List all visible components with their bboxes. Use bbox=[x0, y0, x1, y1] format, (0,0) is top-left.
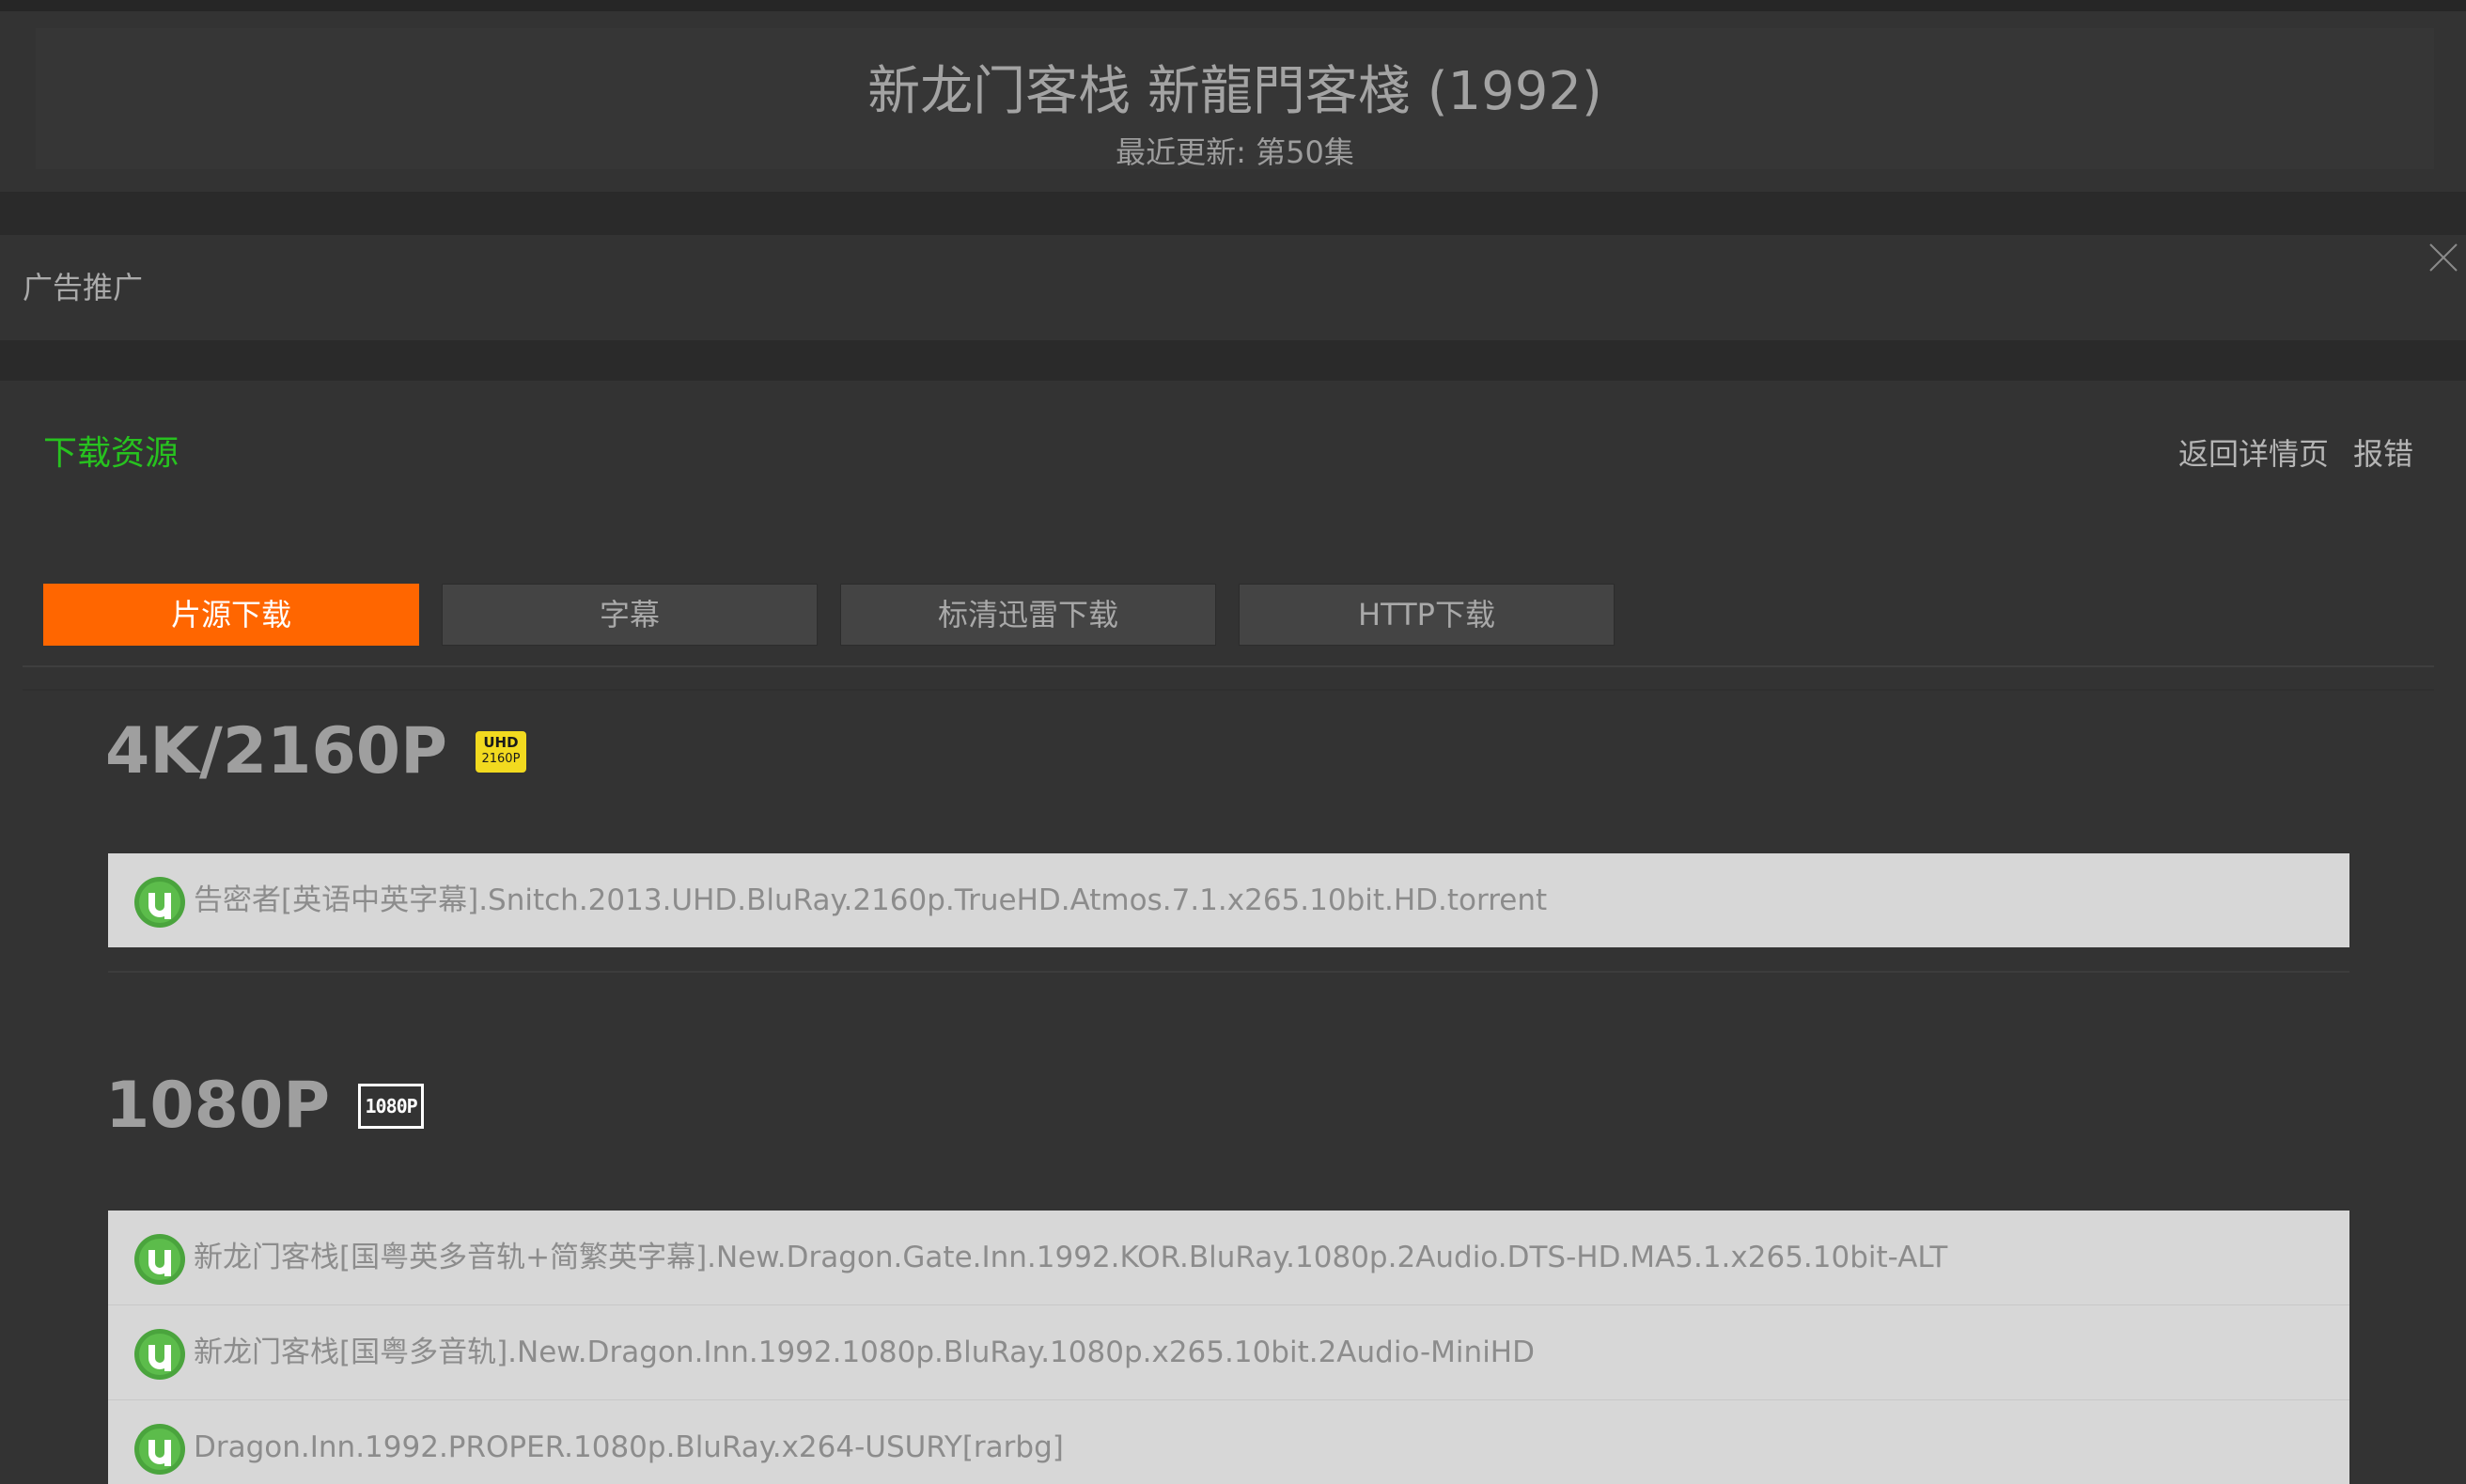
header-panel: 新龙门客栈 新龍門客棧 (1992) 最近更新: 第50集 bbox=[36, 28, 2434, 170]
top-links: 返回详情页 报错 bbox=[2178, 433, 2413, 475]
torrent-name: 新龙门客栈[国粤多音轨].New.Dragon.Inn.1992.1080p.B… bbox=[194, 1336, 1535, 1369]
tab-http-download[interactable]: HTTP下载 bbox=[1239, 584, 1615, 646]
download-panel: 下载资源 返回详情页 报错 片源下载 字幕 标清迅雷下载 HTTP下载 4K/2… bbox=[0, 381, 2466, 1484]
badge-line2: 2160P bbox=[481, 752, 521, 766]
latest-update: 最近更新: 第50集 bbox=[1116, 134, 1354, 170]
divider bbox=[108, 971, 2349, 973]
back-to-detail-link[interactable]: 返回详情页 bbox=[2178, 433, 2329, 475]
page-title: 新龙门客栈 新龍門客棧 (1992) bbox=[867, 61, 1602, 122]
list-item[interactable]: 新龙门客栈[国粤多音轨].New.Dragon.Inn.1992.1080p.B… bbox=[108, 1305, 2349, 1400]
page: 新龙门客栈 新龍門客棧 (1992) 最近更新: 第50集 广告推广 下载资源 … bbox=[0, 0, 2466, 1484]
top-strip bbox=[0, 0, 2466, 11]
tab-thunder-download[interactable]: 标清迅雷下载 bbox=[840, 584, 1216, 646]
quality-label: 1080P bbox=[105, 1069, 331, 1143]
list-item[interactable]: Dragon.Inn.1992.PROPER.1080p.BluRay.x264… bbox=[108, 1400, 2349, 1484]
tab-bar: 片源下载 字幕 标清迅雷下载 HTTP下载 bbox=[43, 584, 1615, 646]
close-icon[interactable] bbox=[2427, 241, 2460, 274]
header: 新龙门客栈 新龍門客棧 (1992) 最近更新: 第50集 bbox=[0, 11, 2466, 192]
download-list-1080p: 新龙门客栈[国粤英多音轨+简繁英字幕].New.Dragon.Gate.Inn.… bbox=[108, 1211, 2349, 1484]
quality-heading-1080p: 1080P 1080P bbox=[105, 1067, 425, 1146]
list-item[interactable]: 告密者[英语中英字幕].Snitch.2013.UHD.BluRay.2160p… bbox=[108, 853, 2349, 947]
ad-banner: 广告推广 bbox=[0, 235, 2466, 340]
download-list-4k: 告密者[英语中英字幕].Snitch.2013.UHD.BluRay.2160p… bbox=[108, 853, 2349, 947]
tab-subtitles[interactable]: 字幕 bbox=[442, 584, 818, 646]
report-error-link[interactable]: 报错 bbox=[2353, 433, 2413, 475]
divider bbox=[23, 665, 2434, 667]
torrent-name: 告密者[英语中英字幕].Snitch.2013.UHD.BluRay.2160p… bbox=[194, 883, 1548, 917]
torrent-name: Dragon.Inn.1992.PROPER.1080p.BluRay.x264… bbox=[194, 1430, 1064, 1464]
torrent-name: 新龙门客栈[国粤英多音轨+简繁英字幕].New.Dragon.Gate.Inn.… bbox=[194, 1241, 1948, 1274]
divider bbox=[23, 689, 2434, 691]
section-title: 下载资源 bbox=[43, 434, 179, 473]
ad-label: 广告推广 bbox=[23, 270, 144, 305]
list-item[interactable]: 新龙门客栈[国粤英多音轨+简繁英字幕].New.Dragon.Gate.Inn.… bbox=[108, 1211, 2349, 1305]
quality-label: 4K/2160P bbox=[105, 714, 447, 789]
utorrent-icon bbox=[134, 1234, 185, 1285]
quality-heading-4k: 4K/2160P UHD 2160P bbox=[105, 712, 526, 791]
badge-line1: UHD bbox=[483, 734, 519, 751]
utorrent-icon bbox=[134, 1424, 185, 1475]
utorrent-icon bbox=[134, 877, 185, 928]
tab-source-download[interactable]: 片源下载 bbox=[43, 584, 419, 646]
utorrent-icon bbox=[134, 1329, 185, 1380]
1080p-badge-icon: 1080P bbox=[358, 1084, 425, 1129]
uhd-badge-icon: UHD 2160P bbox=[475, 731, 526, 773]
